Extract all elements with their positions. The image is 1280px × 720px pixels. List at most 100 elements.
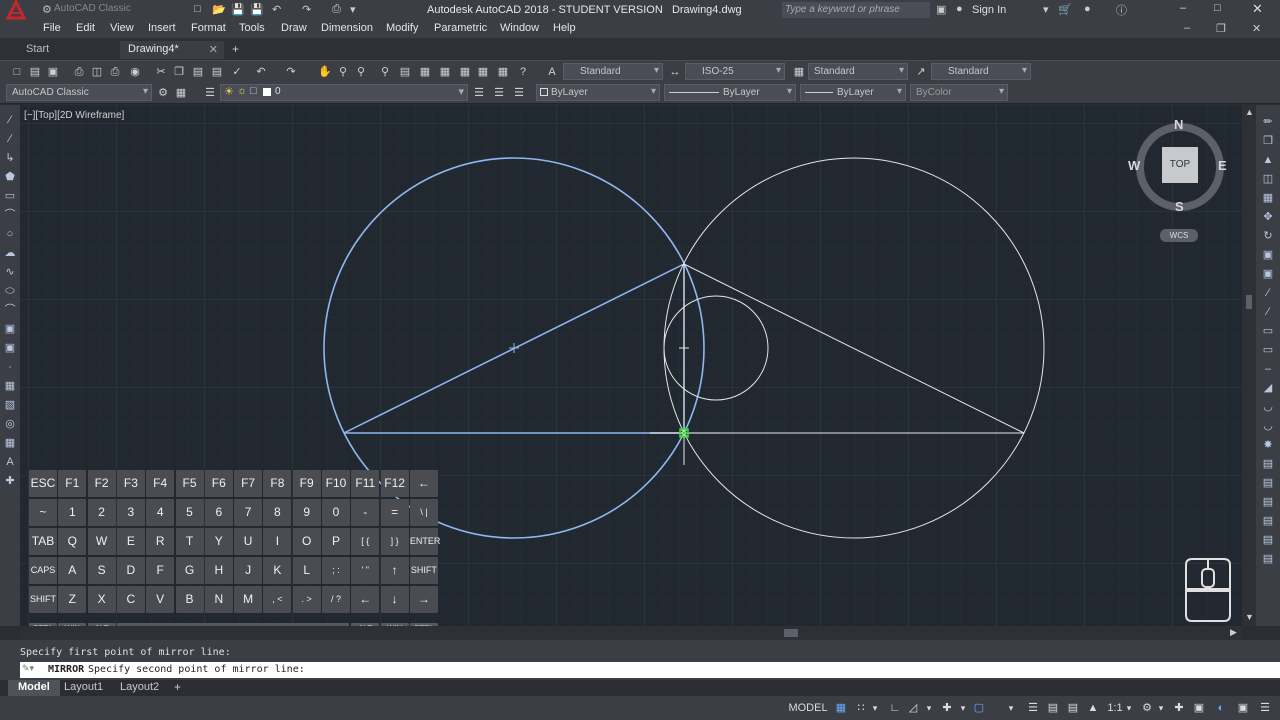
move-icon[interactable]: ✥ bbox=[1261, 210, 1275, 224]
key-4-11[interactable]: ← bbox=[351, 586, 380, 613]
key-3-6[interactable]: H bbox=[204, 557, 233, 584]
design-center-icon[interactable]: ▦ bbox=[418, 65, 432, 79]
block-editor-icon[interactable]: ▤ bbox=[1261, 533, 1275, 547]
sheet-set-icon[interactable]: ▦ bbox=[458, 65, 472, 79]
table-icon[interactable]: ▦ bbox=[3, 436, 17, 450]
ortho-icon[interactable]: ∟ bbox=[888, 701, 902, 715]
menu-edit[interactable]: Edit bbox=[76, 22, 95, 34]
workspace-dropdown-icon[interactable]: ▾ bbox=[1156, 701, 1166, 715]
key-0-0[interactable]: ESC bbox=[29, 470, 57, 497]
key-1-10[interactable]: 0 bbox=[322, 499, 350, 526]
redo-icon[interactable]: ↷ bbox=[302, 3, 311, 16]
menu-parametric[interactable]: Parametric bbox=[434, 22, 487, 34]
key-1-0[interactable]: ~ bbox=[29, 499, 57, 526]
dim-style-icon[interactable]: ↔ bbox=[668, 65, 682, 79]
key-0-12[interactable]: F12 bbox=[380, 470, 409, 497]
menu-file[interactable]: File bbox=[43, 22, 61, 34]
isolate-objects-icon[interactable]: ◐ bbox=[1214, 701, 1228, 715]
array-icon[interactable]: ▦ bbox=[1261, 191, 1275, 205]
user-icon[interactable]: ● bbox=[956, 3, 963, 15]
viewcube-south[interactable]: S bbox=[1175, 199, 1184, 214]
key-2-4[interactable]: R bbox=[146, 528, 175, 555]
grid-icon[interactable]: ▦ bbox=[834, 701, 848, 715]
save-toolbar-icon[interactable]: ▣ bbox=[46, 65, 60, 79]
scroll-up-icon[interactable]: ▲ bbox=[1245, 107, 1254, 117]
viewcube-west[interactable]: W bbox=[1128, 158, 1140, 173]
save-as-icon[interactable]: 💾 bbox=[250, 3, 264, 16]
multiline-text-icon[interactable]: A bbox=[3, 455, 17, 469]
viewcube-top-face[interactable]: TOP bbox=[1162, 147, 1198, 183]
key-4-9[interactable]: . > bbox=[292, 586, 321, 613]
fillet-icon[interactable]: ◡ bbox=[1261, 400, 1275, 414]
key-3-5[interactable]: G bbox=[175, 557, 204, 584]
rectangle-icon[interactable]: ▭ bbox=[3, 189, 17, 203]
key-1-12[interactable]: = bbox=[380, 499, 409, 526]
key-0-2[interactable]: F2 bbox=[87, 470, 116, 497]
layer-select[interactable]: ☀ ☼ □ 0 ▾ bbox=[220, 84, 468, 101]
key-1-9[interactable]: 9 bbox=[292, 499, 321, 526]
key-4-7[interactable]: M bbox=[234, 586, 263, 613]
copy-icon[interactable]: ❐ bbox=[172, 65, 186, 79]
key-0-13[interactable]: ← bbox=[409, 470, 438, 497]
line-tool-icon[interactable]: ∕ bbox=[3, 113, 17, 127]
vertical-scroll-thumb[interactable] bbox=[1246, 295, 1252, 309]
undo-icon[interactable]: ↶ bbox=[272, 3, 281, 16]
tab-close-icon[interactable]: ✕ bbox=[209, 43, 218, 56]
key-3-0[interactable]: CAPS bbox=[29, 557, 57, 584]
ungroup-icon[interactable]: ▤ bbox=[1261, 495, 1275, 509]
snap-icon[interactable]: ∷ bbox=[854, 701, 868, 715]
key-1-7[interactable]: 7 bbox=[234, 499, 263, 526]
new-tab-icon[interactable]: + bbox=[232, 42, 239, 56]
cut-icon[interactable]: ✂ bbox=[154, 65, 168, 79]
key-2-7[interactable]: U bbox=[234, 528, 263, 555]
pan-icon[interactable]: ✋ bbox=[318, 65, 332, 79]
key-3-8[interactable]: K bbox=[263, 557, 292, 584]
snap-dropdown-icon[interactable]: ▾ bbox=[870, 701, 880, 715]
key-1-5[interactable]: 5 bbox=[175, 499, 204, 526]
key-3-10[interactable]: ; : bbox=[322, 557, 350, 584]
arc-icon[interactable]: ⌒ bbox=[3, 208, 17, 222]
key-2-11[interactable]: [ { bbox=[351, 528, 380, 555]
annotation-scale-icon[interactable]: ▲ bbox=[1086, 701, 1100, 715]
stretch-icon[interactable]: ▣ bbox=[1261, 267, 1275, 281]
doc-restore-icon[interactable]: ❐ bbox=[1216, 22, 1226, 35]
mirror-icon[interactable]: ▲ bbox=[1261, 153, 1275, 167]
key-4-5[interactable]: B bbox=[175, 586, 204, 613]
viewcube-east[interactable]: E bbox=[1218, 158, 1227, 173]
key-0-3[interactable]: F3 bbox=[116, 470, 145, 497]
autocad-logo-icon[interactable] bbox=[2, 0, 32, 20]
dim-style-select[interactable]: ISO-25 bbox=[685, 63, 785, 80]
key-2-13[interactable]: ENTER bbox=[409, 528, 440, 555]
key-4-2[interactable]: X bbox=[87, 586, 116, 613]
hardware-acceleration-icon[interactable]: ▣ bbox=[1236, 701, 1250, 715]
add-selected-icon[interactable]: ✚ bbox=[3, 474, 17, 488]
maximize-icon[interactable]: □ bbox=[1214, 2, 1221, 14]
workspace-switching-icon[interactable]: ⚙ bbox=[1140, 701, 1154, 715]
workspace-settings-icon[interactable]: ⚙ bbox=[156, 86, 170, 100]
menu-modify[interactable]: Modify bbox=[386, 22, 418, 34]
layer-properties-icon[interactable]: ☰ bbox=[203, 86, 217, 100]
undo-toolbar-icon[interactable]: ↶ bbox=[254, 65, 268, 79]
key-2-10[interactable]: P bbox=[322, 528, 350, 555]
menu-format[interactable]: Format bbox=[191, 22, 226, 34]
minimize-icon[interactable]: – bbox=[1180, 2, 1186, 14]
key-3-7[interactable]: J bbox=[234, 557, 263, 584]
ucs-menu[interactable]: WCS bbox=[1160, 229, 1198, 242]
key-4-1[interactable]: Z bbox=[58, 586, 87, 613]
layout-tab-layout1[interactable]: Layout1 bbox=[64, 681, 103, 693]
isodraft-icon[interactable]: ✚ bbox=[940, 701, 954, 715]
ellipse-icon[interactable]: ⬭ bbox=[3, 284, 17, 298]
key-0-10[interactable]: F10 bbox=[322, 470, 350, 497]
menu-window[interactable]: Window bbox=[500, 22, 539, 34]
layer-states-icon[interactable]: ☰ bbox=[512, 86, 526, 100]
paste-icon[interactable]: ▤ bbox=[191, 65, 205, 79]
key-0-4[interactable]: F4 bbox=[146, 470, 175, 497]
command-input[interactable]: ✎▾ MIRROR Specify second point of mirror… bbox=[20, 662, 1280, 678]
menu-help[interactable]: Help bbox=[553, 22, 576, 34]
tab-start[interactable]: Start bbox=[18, 41, 118, 59]
make-block-icon[interactable]: ▣ bbox=[3, 341, 17, 355]
key-4-8[interactable]: , < bbox=[263, 586, 292, 613]
settings-icon[interactable]: ⚙ bbox=[42, 3, 52, 16]
key-1-6[interactable]: 6 bbox=[204, 499, 233, 526]
binoculars-icon[interactable]: ▣ bbox=[936, 3, 946, 16]
